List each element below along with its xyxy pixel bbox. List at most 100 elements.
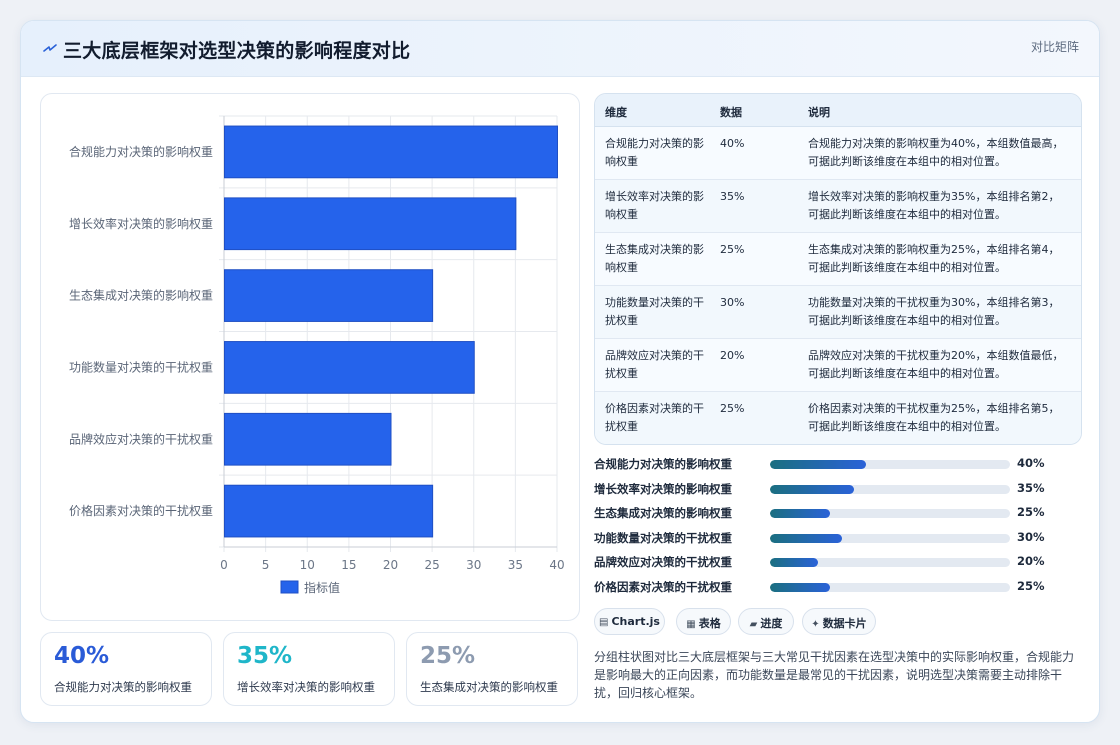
progress-value: 25% xyxy=(1017,505,1045,519)
table-cell-description: 品牌效应对决策的干扰权重为20%，本组数值最低，可据此判断该维度在本组中的相对位… xyxy=(808,349,1064,380)
progress-value: 40% xyxy=(1017,456,1045,470)
legend-label: 指标值 xyxy=(304,580,340,595)
bar-chart-svg: 0 5 10 15 20 25 30 35 40 合规能力对决策的影响权重增长效率对决策的影响权重… xyxy=(69,115,565,595)
progress-track xyxy=(770,509,1010,518)
bar xyxy=(224,341,475,394)
x-tick-label: 35 xyxy=(508,558,523,572)
x-tick-label: 40 xyxy=(549,558,564,572)
data-table: 维度 数据 说明 合规能力对决策的影响权重 40% 合规能力对决策的影响权重为4… xyxy=(594,93,1082,445)
sparkle-icon: ✦ xyxy=(811,619,820,630)
bar xyxy=(224,484,434,538)
progress-value: 25% xyxy=(1017,578,1045,593)
progress-value: 30% xyxy=(1017,529,1045,544)
progress-fill xyxy=(770,509,830,518)
chip-chartjs[interactable]: ▤ Chart.js xyxy=(594,608,665,635)
y-tick-label: 增长效率对决策的影响权重 xyxy=(69,216,213,231)
progress-fill xyxy=(770,460,866,469)
column-header: 数据 xyxy=(720,106,742,119)
chip-progress[interactable]: ▰ 进度 xyxy=(738,608,794,635)
main-card: 三大底层框架对选型决策的影响程度对比 对比矩阵 0 5 10 15 20 25 30 35 40… xyxy=(20,20,1100,723)
table-cell-description: 功能数量对决策的干扰权重为30%，本组排名第3，可据此判断该维度在本组中的相对位… xyxy=(808,296,1060,327)
stat-value: 35% xyxy=(237,643,293,669)
chart-icon: ▤ xyxy=(599,617,609,628)
progress-row: 品牌效应对决策的干扰权重 20% xyxy=(594,554,1054,572)
progress-track xyxy=(770,558,1010,567)
progress-label: 增长效率对决策的影响权重 xyxy=(594,481,732,496)
table-cell-value: 25% xyxy=(720,243,745,256)
progress-value: 20% xyxy=(1017,554,1045,568)
column-header: 说明 xyxy=(808,106,830,119)
y-tick-label: 合规能力对决策的影响权重 xyxy=(69,144,213,159)
chip-label: 进度 xyxy=(760,617,783,630)
chip-data-card[interactable]: ✦ 数据卡片 xyxy=(802,608,876,635)
table-row: 增长效率对决策的影响权重 35% 增长效率对决策的影响权重为35%，本组排名第2… xyxy=(595,180,1081,233)
progress-row: 增长效率对决策的影响权重 35% xyxy=(594,481,1054,499)
legend-swatch xyxy=(280,580,299,594)
table-row: 价格因素对决策的干扰权重 25% 价格因素对决策的干扰权重为25%，本组排名第5… xyxy=(595,392,1081,444)
stat-value: 40% xyxy=(54,643,110,669)
bar xyxy=(224,269,434,322)
x-tick-label: 20 xyxy=(383,558,398,572)
y-tick-label: 生态集成对决策的影响权重 xyxy=(69,288,213,303)
progress-row: 生态集成对决策的影响权重 25% xyxy=(594,505,1054,523)
table-cell-value: 30% xyxy=(720,296,745,309)
table-row: 品牌效应对决策的干扰权重 20% 品牌效应对决策的干扰权重为20%，本组数值最低… xyxy=(595,339,1081,392)
x-tick-label: 0 xyxy=(220,558,228,572)
chip-table[interactable]: ▦ 表格 xyxy=(676,608,731,635)
table-icon: ▦ xyxy=(686,619,696,630)
stat-card-1: 40% 合规能力对决策的影响权重 xyxy=(40,632,212,706)
progress-fill xyxy=(770,484,854,494)
x-tick-label: 25 xyxy=(424,558,439,572)
progress-label: 品牌效应对决策的干扰权重 xyxy=(594,555,732,569)
table-cell-dimension: 品牌效应对决策的干扰权重 xyxy=(605,349,704,380)
y-tick-label: 品牌效应对决策的干扰权重 xyxy=(69,431,213,446)
table-cell-description: 价格因素对决策的干扰权重为25%，本组排名第5，可据此判断该维度在本组中的相对位… xyxy=(808,402,1060,433)
progress-fill xyxy=(770,558,818,567)
progress-label: 功能数量对决策的干扰权重 xyxy=(594,530,732,545)
progress-row: 价格因素对决策的干扰权重 25% xyxy=(594,579,1054,597)
progress-label: 价格因素对决策的干扰权重 xyxy=(594,579,732,594)
x-tick-label: 30 xyxy=(466,558,481,572)
stat-value: 25% xyxy=(420,643,476,669)
table-row: 功能数量对决策的干扰权重 30% 功能数量对决策的干扰权重为30%，本组排名第3… xyxy=(595,286,1081,339)
table-cell-dimension: 功能数量对决策的干扰权重 xyxy=(605,296,704,327)
table-cell-value: 35% xyxy=(720,190,745,203)
lightning-icon xyxy=(43,44,57,52)
header: 三大底层框架对选型决策的影响程度对比 对比矩阵 xyxy=(21,21,1099,77)
chip-label: 数据卡片 xyxy=(822,617,867,630)
table-cell-value: 40% xyxy=(720,137,745,150)
column-header: 维度 xyxy=(605,106,627,119)
bar xyxy=(224,412,392,466)
table-cell-value: 25% xyxy=(720,402,745,415)
progress-label: 合规能力对决策的影响权重 xyxy=(594,457,732,471)
x-tick-label: 5 xyxy=(262,558,270,572)
y-tick-label: 价格因素对决策的干扰权重 xyxy=(69,503,213,518)
progress-track xyxy=(770,582,1010,592)
progress-value: 35% xyxy=(1017,480,1045,495)
table-row: 生态集成对决策的影响权重 25% 生态集成对决策的影响权重为25%，本组排名第4… xyxy=(595,233,1081,286)
bar xyxy=(224,125,558,179)
table-row: 合规能力对决策的影响权重 40% 合规能力对决策的影响权重为40%，本组数值最高… xyxy=(595,127,1081,180)
table-cell-value: 20% xyxy=(720,349,745,362)
table-cell-description: 生态集成对决策的影响权重为25%，本组排名第4，可据此判断该维度在本组中的相对位… xyxy=(808,243,1060,274)
progress-track xyxy=(770,533,1010,543)
progress-fill xyxy=(770,533,842,543)
header-tag: 对比矩阵 xyxy=(1030,40,1079,54)
stat-label: 生态集成对决策的影响权重 xyxy=(420,680,558,694)
chip-label: Chart.js xyxy=(611,615,660,628)
y-tick-label: 功能数量对决策的干扰权重 xyxy=(69,359,213,374)
bar-chart: 0 5 10 15 20 25 30 35 40 合规能力对决策的影响权重 增长效率对决策的影响权重… xyxy=(40,93,580,621)
table-cell-dimension: 价格因素对决策的干扰权重 xyxy=(605,402,704,433)
bar xyxy=(224,197,517,251)
progress-icon: ▰ xyxy=(749,619,758,630)
table-header: 维度 数据 说明 xyxy=(595,94,1081,127)
progress-fill xyxy=(770,582,830,592)
x-tick-label: 10 xyxy=(300,558,315,572)
table-cell-dimension: 增长效率对决策的影响权重 xyxy=(605,190,704,221)
table-cell-description: 合规能力对决策的影响权重为40%，本组数值最高，可据此判断该维度在本组中的相对位… xyxy=(808,137,1064,168)
table-cell-description: 增长效率对决策的影响权重为35%，本组排名第2，可据此判断该维度在本组中的相对位… xyxy=(808,190,1060,221)
stat-card-2: 35% 增长效率对决策的影响权重 xyxy=(223,632,395,706)
stat-card-3: 25% 生态集成对决策的影响权重 xyxy=(406,632,578,706)
chip-label: 表格 xyxy=(698,617,721,630)
progress-track xyxy=(770,460,1010,469)
